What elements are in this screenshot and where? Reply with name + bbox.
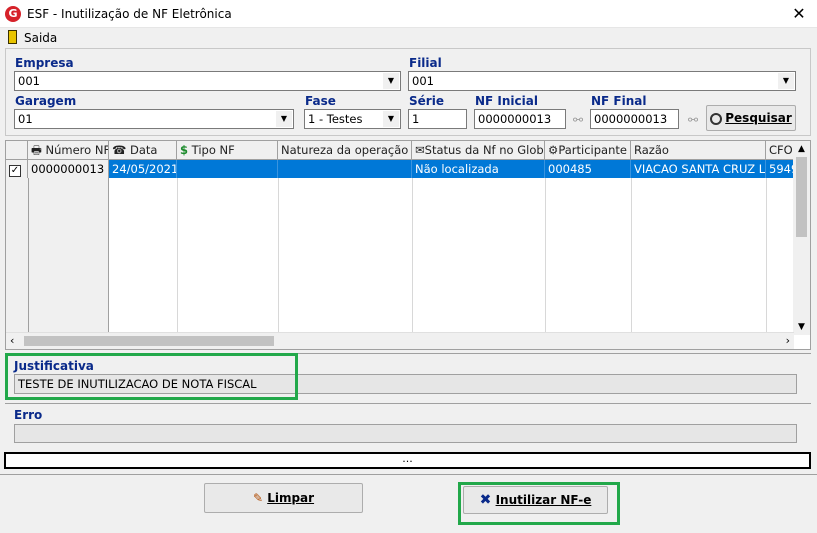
search-icon [710,112,723,125]
gear-icon: ⚙ [548,143,559,157]
pesquisar-button[interactable]: Pesquisar [706,105,796,131]
broom-icon: ✎ [252,491,263,505]
horizontal-scrollbar[interactable]: ‹ › [6,332,794,349]
status-bar: ... [4,452,811,469]
fase-label: Fase [305,94,336,108]
grid-header-checkbox [6,141,28,160]
fase-value: 1 - Testes [308,112,363,126]
app-logo-icon: G [5,6,21,22]
filial-label: Filial [409,56,442,70]
chevron-down-icon[interactable]: ▼ [383,73,399,89]
hscroll-thumb[interactable] [24,336,274,346]
col-line [545,178,546,335]
nf-final-input[interactable]: 0000000013 [590,109,679,129]
cell-razao: VIACAO SANTA CRUZ L... [631,160,766,178]
grid-header-participante[interactable]: ⚙Participante [545,141,631,160]
fixed-column-area [6,178,109,335]
nf-inicial-label: NF Inicial [475,94,538,108]
limpar-label: Limpar [267,491,315,505]
garagem-label: Garagem [15,94,77,108]
cell-status: Não localizada [412,160,545,178]
serie-value: 1 [412,112,420,126]
menu-item-saida[interactable]: Saida [24,31,57,45]
status-text: ... [402,452,413,465]
scroll-up-icon[interactable]: ▲ [793,141,810,157]
nf-inicial-input[interactable]: 0000000013 [474,109,566,129]
nf-final-label: NF Final [591,94,647,108]
cell-data: 24/05/2021 [109,160,177,178]
close-button[interactable]: ✕ [788,4,810,24]
vertical-scrollbar[interactable]: ▲ ▼ [793,141,810,335]
grid-header-data[interactable]: ☎ Data [109,141,177,160]
empresa-value: 001 [18,74,40,88]
exit-door-icon [8,30,17,44]
limpar-button[interactable]: ✎ Limpar [204,483,363,513]
money-icon: $ [180,143,189,157]
cell-tipo-nf [177,160,278,178]
col-line [766,178,767,335]
nf-final-value: 0000000013 [594,112,668,126]
separator [0,474,817,475]
binoculars-icon[interactable]: ⚯ [682,110,704,130]
grid-header-numero-nf[interactable]: 🖶 Número NF [28,141,109,160]
pesquisar-label: Pesquisar [725,111,792,125]
printer-icon: 🖶 [31,143,42,157]
nf-grid[interactable]: 🖶 Número NF ☎ Data $ Tipo NF Natureza da… [5,140,811,350]
row-checkbox-cell[interactable]: ✓ [6,160,28,178]
empresa-label: Empresa [15,56,74,70]
col-line [28,178,29,335]
garagem-select[interactable]: 01 ▼ [14,109,294,129]
scroll-down-icon[interactable]: ▼ [793,319,810,335]
scroll-left-icon[interactable]: ‹ [10,334,14,347]
col-line [412,178,413,335]
cell-numero-nf: 0000000013 [28,160,109,178]
filial-value: 001 [412,74,434,88]
col-line [631,178,632,335]
erro-input[interactable] [14,424,797,443]
erro-label: Erro [14,408,43,422]
serie-label: Série [409,94,444,108]
chevron-down-icon[interactable]: ▼ [383,111,399,127]
cell-participante: 000485 [545,160,631,178]
menu-bar [0,28,817,47]
grid-header-cfop[interactable]: CFOP [766,141,794,160]
scroll-thumb[interactable] [796,157,807,237]
grid-header-status[interactable]: ✉Status da Nf no Globus [412,141,545,160]
grid-header-natureza[interactable]: Natureza da operação [278,141,412,160]
grid-header-razao[interactable]: Razão [631,141,766,160]
col-line [278,178,279,335]
phone-icon: ☎ [112,143,127,157]
nf-inicial-value: 0000000013 [478,112,552,126]
cell-natureza [278,160,412,178]
fase-select[interactable]: 1 - Testes ▼ [304,109,401,129]
chevron-down-icon[interactable]: ▼ [276,111,292,127]
window-title: ESF - Inutilização de NF Eletrônica [27,7,232,21]
envelope-icon: ✉ [415,143,425,157]
garagem-value: 01 [18,112,33,126]
empresa-select[interactable]: 001 ▼ [14,71,401,91]
col-line [177,178,178,335]
scroll-right-icon[interactable]: › [786,334,790,347]
grid-header-tipo-nf[interactable]: $ Tipo NF [177,141,278,160]
binoculars-icon[interactable]: ⚯ [567,110,589,130]
serie-input[interactable]: 1 [408,109,467,129]
chevron-down-icon[interactable]: ▼ [778,73,794,89]
cell-cfop: 5949 [766,160,794,178]
inutilizar-highlight [458,482,620,525]
justificativa-highlight [5,353,298,400]
checkbox-checked-icon[interactable]: ✓ [9,165,21,177]
filial-select[interactable]: 001 ▼ [408,71,796,91]
separator [5,403,811,404]
